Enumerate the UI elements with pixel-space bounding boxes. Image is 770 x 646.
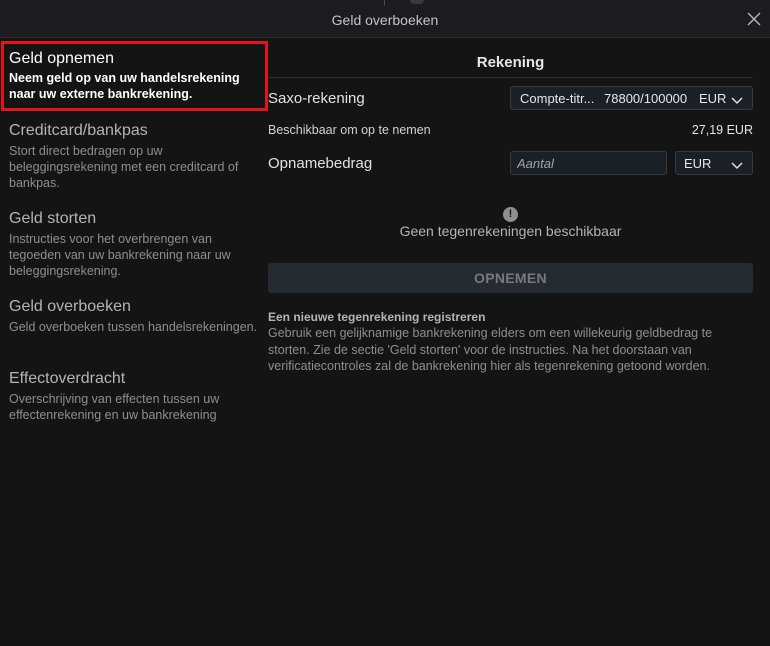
account-select[interactable]: Compte-titr... 78800/100000 EUR [510, 86, 753, 110]
register-account-title: Een nieuwe tegenrekening registreren [268, 310, 486, 324]
sidebar-item-description: Overschrijving van effecten tussen uw ef… [9, 392, 220, 422]
account-id: 78800/100000 [604, 91, 688, 106]
currency-value: EUR [684, 156, 712, 171]
section-divider [268, 77, 753, 78]
sidebar-item-geld-storten[interactable]: Geld storten Instructies voor het overbr… [0, 210, 268, 279]
section-title: Rekening [476, 54, 545, 71]
sidebar-item-title: Geld storten [9, 210, 97, 227]
sidebar-item-effectoverdracht[interactable]: Effectoverdracht Overschrijving van effe… [0, 370, 268, 423]
sidebar-item-title: Geld overboeken [9, 298, 131, 315]
window-edge-handle [410, 0, 424, 4]
dialog-titlebar: Geld overboeken [0, 0, 770, 38]
currency-select[interactable]: EUR [675, 151, 753, 175]
sidebar-item-description: Geld overboeken tussen handelsrekeningen… [9, 320, 258, 334]
sidebar-item-description: Instructies voor het overbrengen van teg… [9, 232, 231, 278]
available-label: Beschikbaar om op te nemen [268, 123, 431, 137]
sidebar-item-description: Neem geld op van uw handelsrekening naar… [9, 71, 240, 101]
available-amount: 27,19 EUR [691, 123, 753, 137]
register-account-instructions: Gebruik een gelijknamige bankrekening el… [268, 326, 713, 373]
account-currency: EUR [699, 91, 727, 106]
chevron-down-icon [731, 158, 743, 173]
withdraw-button[interactable]: OPNEMEN [268, 263, 753, 293]
amount-input[interactable] [510, 151, 667, 175]
close-icon[interactable] [746, 11, 762, 27]
sidebar-item-title: Creditcard/bankpas [9, 122, 148, 139]
amount-label: Opnamebedrag [268, 155, 373, 172]
sidebar-item-geld-opnemen[interactable]: Geld opnemen Neem geld op van uw handels… [1, 41, 268, 111]
warning-icon: ! [503, 207, 518, 222]
sidebar-item-title: Effectoverdracht [9, 370, 126, 387]
sidebar-item-title: Geld opnemen [9, 50, 114, 67]
sidebar-item-creditcard-bankpas[interactable]: Creditcard/bankpas Stort direct bedragen… [0, 122, 268, 191]
window-edge-mark [384, 0, 385, 6]
account-name: Compte-titr... [520, 91, 595, 106]
dialog-title: Geld overboeken [331, 12, 439, 28]
sidebar-item-description: Stort direct bedragen op uw beleggingsre… [9, 144, 239, 190]
chevron-down-icon [731, 93, 743, 108]
account-label: Saxo-rekening [268, 90, 365, 107]
no-counter-accounts-message: Geen tegenrekeningen beschikbaar [399, 223, 622, 239]
sidebar-item-geld-overboeken[interactable]: Geld overboeken Geld overboeken tussen h… [0, 298, 268, 335]
